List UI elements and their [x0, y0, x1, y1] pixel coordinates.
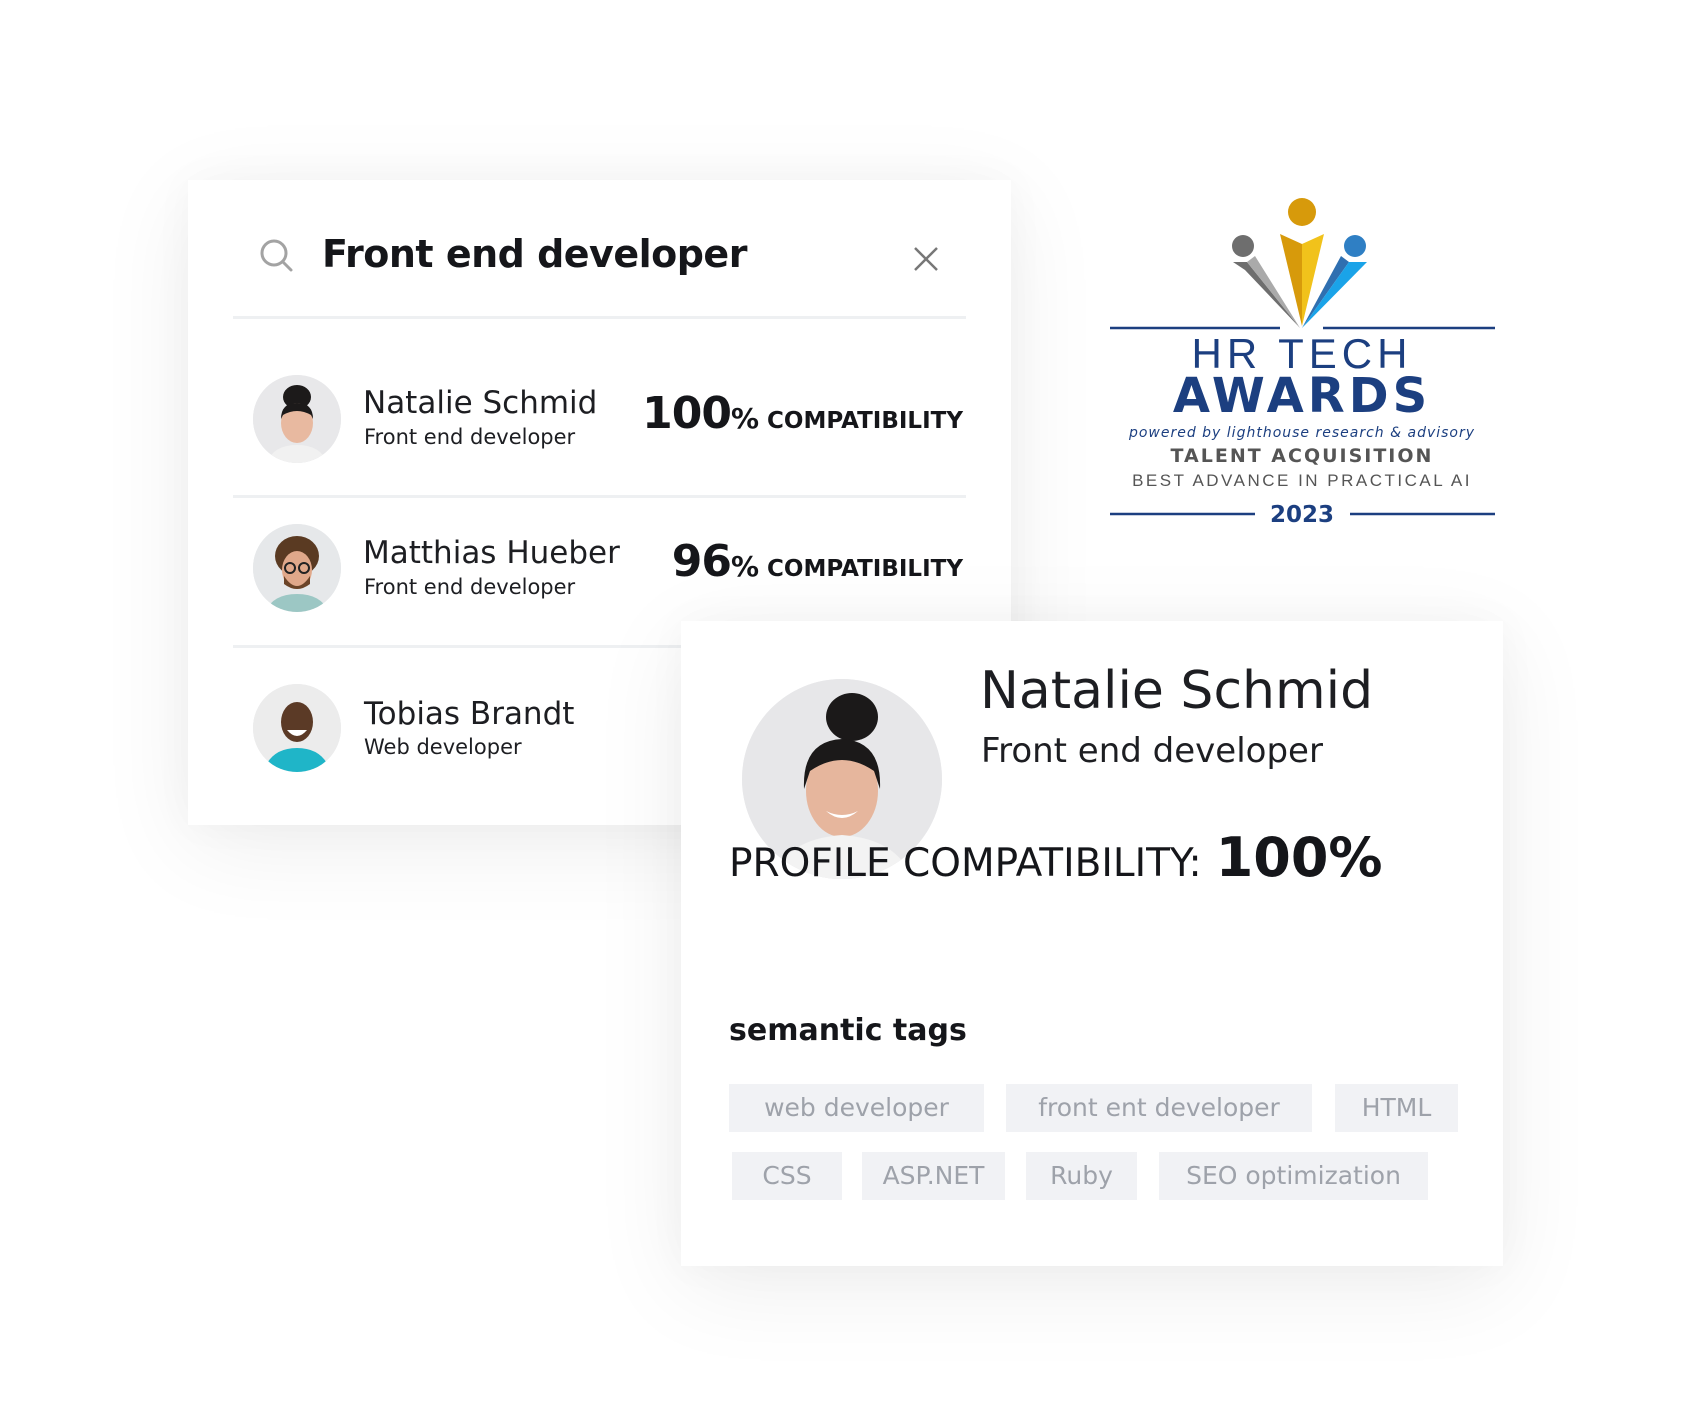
candidate-name[interactable]: Matthias Hueber — [363, 535, 620, 571]
semantic-tag[interactable]: CSS — [732, 1152, 842, 1200]
semantic-tag[interactable]: front ent developer — [1006, 1084, 1312, 1132]
avatar — [253, 684, 341, 772]
candidate-name[interactable]: Tobias Brandt — [364, 696, 574, 732]
award-year: 2023 — [1270, 502, 1334, 528]
percent-sign: % — [730, 550, 760, 583]
compatibility-label: COMPATIBILITY — [767, 408, 963, 434]
profile-role: Front end developer — [981, 731, 1323, 771]
score-value: 96 — [671, 536, 732, 587]
semantic-tag[interactable]: ASP.NET — [862, 1152, 1005, 1200]
compatibility-label: COMPATIBILITY — [767, 556, 963, 582]
semantic-tag[interactable]: web developer — [729, 1084, 984, 1132]
profile-compatibility-label: PROFILE COMPATIBILITY: — [729, 841, 1202, 886]
profile-card: Natalie Schmid Front end developer PROFI… — [681, 621, 1503, 1266]
semantic-tags-title: semantic tags — [729, 1013, 967, 1048]
avatar — [253, 375, 341, 463]
award-powered: powered by lighthouse research & advisor… — [1128, 425, 1475, 441]
hr-tech-awards-logo: HR TECH AWARDS powered by lighthouse res… — [1105, 190, 1500, 535]
profile-compatibility: PROFILE COMPATIBILITY: 100% — [729, 826, 1383, 889]
compatibility-score: 96 % COMPATIBILITY — [672, 536, 963, 587]
avatar — [253, 524, 341, 612]
award-subcategory: BEST ADVANCE IN PRACTICAL AI — [1132, 471, 1472, 490]
compatibility-score: 100 % COMPATIBILITY — [642, 388, 963, 439]
search-icon — [260, 239, 293, 272]
candidate-role: Front end developer — [364, 425, 576, 449]
close-icon[interactable] — [909, 242, 943, 276]
divider — [233, 316, 966, 319]
percent-sign: % — [730, 402, 760, 435]
semantic-tag[interactable]: SEO optimization — [1159, 1152, 1428, 1200]
candidate-name[interactable]: Natalie Schmid — [363, 385, 597, 421]
divider — [233, 495, 966, 498]
divider — [233, 645, 733, 648]
search-input[interactable]: Front end developer — [322, 232, 747, 276]
profile-compatibility-value: 100% — [1215, 826, 1383, 889]
profile-name: Natalie Schmid — [980, 661, 1374, 721]
semantic-tag[interactable]: Ruby — [1026, 1152, 1137, 1200]
candidate-role: Front end developer — [364, 575, 576, 599]
candidate-role: Web developer — [364, 735, 522, 759]
score-value: 100 — [642, 388, 732, 439]
award-line2: AWARDS — [1173, 368, 1431, 424]
semantic-tag[interactable]: HTML — [1335, 1084, 1458, 1132]
award-category: TALENT ACQUISITION — [1171, 445, 1434, 467]
